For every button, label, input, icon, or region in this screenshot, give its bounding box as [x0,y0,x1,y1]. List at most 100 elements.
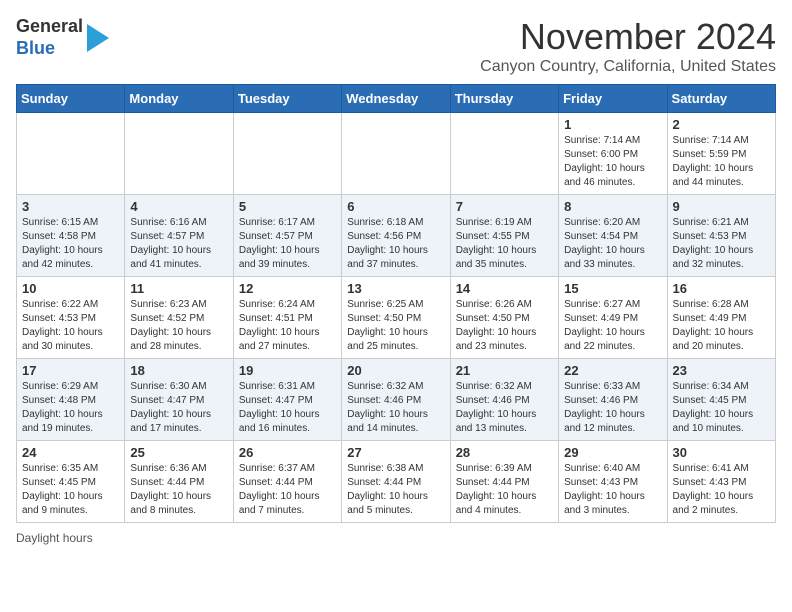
calendar-cell: 3Sunrise: 6:15 AM Sunset: 4:58 PM Daylig… [17,195,125,277]
day-number: 28 [456,445,553,460]
calendar-cell: 22 Sunrise: 6:33 AM Sunset: 4:46 PM Dayli… [559,359,667,441]
calendar-cell: 6Sunrise: 6:18 AM Sunset: 4:56 PM Daylig… [342,195,450,277]
calendar-cell [450,113,558,195]
day-info: Sunrise: 6:27 AM Sunset: 4:49 PM Dayligh… [564,298,661,354]
footer-label: Daylight hours [16,531,776,545]
day-info: Sunrise: 6:41 AM Sunset: 4:43 PM Dayligh… [673,462,770,518]
day-info: Sunrise: 6:31 AM Sunset: 4:47 PM Dayligh… [239,380,336,436]
day-header-sunday: Sunday [17,85,125,113]
day-header-friday: Friday [559,85,667,113]
day-number: 13 [347,281,444,296]
day-number: 26 [239,445,336,460]
calendar-cell: 2 Sunrise: 7:14 AM Sunset: 5:59 PM Daylig… [667,113,775,195]
calendar-cell: 10 Sunrise: 6:22 AM Sunset: 4:53 PM Dayli… [17,277,125,359]
calendar-cell: 29Sunrise: 6:40 AM Sunset: 4:43 PM Dayli… [559,441,667,523]
day-number: 7 [456,199,553,214]
day-info: Sunrise: 6:32 AM Sunset: 4:46 PM Dayligh… [347,380,444,436]
day-number: 8 [564,199,661,214]
day-info: Sunrise: 6:30 AM Sunset: 4:47 PM Dayligh… [130,380,227,436]
calendar-cell: 8 Sunrise: 6:20 AM Sunset: 4:54 PM Daylig… [559,195,667,277]
day-number: 10 [22,281,119,296]
logo: General Blue [16,16,109,59]
calendar-cell [125,113,233,195]
day-number: 15 [564,281,661,296]
calendar-cell: 24Sunrise: 6:35 AM Sunset: 4:45 PM Dayli… [17,441,125,523]
calendar-cell: 23Sunrise: 6:34 AM Sunset: 4:45 PM Dayli… [667,359,775,441]
calendar-cell: 18 Sunrise: 6:30 AM Sunset: 4:47 PM Dayli… [125,359,233,441]
title-block: November 2024 Canyon Country, California… [480,16,776,76]
day-number: 29 [564,445,661,460]
calendar-cell: 14Sunrise: 6:26 AM Sunset: 4:50 PM Dayli… [450,277,558,359]
calendar-cell: 19 Sunrise: 6:31 AM Sunset: 4:47 PM Dayli… [233,359,341,441]
logo-blue: Blue [16,38,83,60]
calendar-cell: 16 Sunrise: 6:28 AM Sunset: 4:49 PM Dayli… [667,277,775,359]
calendar-cell: 20 Sunrise: 6:32 AM Sunset: 4:46 PM Dayli… [342,359,450,441]
logo-general: General [16,16,83,38]
calendar-cell: 9Sunrise: 6:21 AM Sunset: 4:53 PM Daylig… [667,195,775,277]
calendar-cell: 15 Sunrise: 6:27 AM Sunset: 4:49 PM Dayli… [559,277,667,359]
day-header-monday: Monday [125,85,233,113]
day-info: Sunrise: 7:14 AM Sunset: 6:00 PM Dayligh… [564,134,661,190]
day-number: 25 [130,445,227,460]
calendar-cell: 30 Sunrise: 6:41 AM Sunset: 4:43 PM Dayli… [667,441,775,523]
day-number: 21 [456,363,553,378]
day-info: Sunrise: 6:23 AM Sunset: 4:52 PM Dayligh… [130,298,227,354]
day-info: Sunrise: 6:32 AM Sunset: 4:46 PM Dayligh… [456,380,553,436]
day-number: 20 [347,363,444,378]
day-number: 22 [564,363,661,378]
day-header-thursday: Thursday [450,85,558,113]
day-number: 4 [130,199,227,214]
calendar-week-row: 24Sunrise: 6:35 AM Sunset: 4:45 PM Dayli… [17,441,776,523]
calendar-cell: 7 Sunrise: 6:19 AM Sunset: 4:55 PM Daylig… [450,195,558,277]
day-number: 30 [673,445,770,460]
day-info: Sunrise: 6:38 AM Sunset: 4:44 PM Dayligh… [347,462,444,518]
day-number: 17 [22,363,119,378]
calendar-cell: 13Sunrise: 6:25 AM Sunset: 4:50 PM Dayli… [342,277,450,359]
calendar-table: SundayMondayTuesdayWednesdayThursdayFrid… [16,84,776,523]
day-number: 3 [22,199,119,214]
logo-arrow-icon [87,24,109,52]
calendar-cell: 26 Sunrise: 6:37 AM Sunset: 4:44 PM Dayli… [233,441,341,523]
day-info: Sunrise: 6:22 AM Sunset: 4:53 PM Dayligh… [22,298,119,354]
calendar-header-row: SundayMondayTuesdayWednesdayThursdayFrid… [17,85,776,113]
day-info: Sunrise: 7:14 AM Sunset: 5:59 PM Dayligh… [673,134,770,190]
day-info: Sunrise: 6:20 AM Sunset: 4:54 PM Dayligh… [564,216,661,272]
day-header-saturday: Saturday [667,85,775,113]
day-header-wednesday: Wednesday [342,85,450,113]
page-header: General Blue November 2024 Canyon Countr… [16,16,776,76]
day-info: Sunrise: 6:37 AM Sunset: 4:44 PM Dayligh… [239,462,336,518]
day-number: 18 [130,363,227,378]
day-info: Sunrise: 6:18 AM Sunset: 4:56 PM Dayligh… [347,216,444,272]
day-info: Sunrise: 6:34 AM Sunset: 4:45 PM Dayligh… [673,380,770,436]
day-info: Sunrise: 6:17 AM Sunset: 4:57 PM Dayligh… [239,216,336,272]
day-number: 12 [239,281,336,296]
calendar-week-row: 3Sunrise: 6:15 AM Sunset: 4:58 PM Daylig… [17,195,776,277]
calendar-cell: 27 Sunrise: 6:38 AM Sunset: 4:44 PM Dayli… [342,441,450,523]
day-info: Sunrise: 6:19 AM Sunset: 4:55 PM Dayligh… [456,216,553,272]
calendar-cell [17,113,125,195]
day-number: 1 [564,117,661,132]
day-number: 19 [239,363,336,378]
month-title: November 2024 [480,16,776,58]
day-number: 27 [347,445,444,460]
day-number: 14 [456,281,553,296]
calendar-cell: 11 Sunrise: 6:23 AM Sunset: 4:52 PM Dayli… [125,277,233,359]
calendar-cell [233,113,341,195]
calendar-week-row: 17Sunrise: 6:29 AM Sunset: 4:48 PM Dayli… [17,359,776,441]
day-number: 11 [130,281,227,296]
day-number: 16 [673,281,770,296]
calendar-cell: 17Sunrise: 6:29 AM Sunset: 4:48 PM Dayli… [17,359,125,441]
day-info: Sunrise: 6:33 AM Sunset: 4:46 PM Dayligh… [564,380,661,436]
calendar-cell: 28 Sunrise: 6:39 AM Sunset: 4:44 PM Dayli… [450,441,558,523]
day-number: 5 [239,199,336,214]
day-info: Sunrise: 6:16 AM Sunset: 4:57 PM Dayligh… [130,216,227,272]
location-subtitle: Canyon Country, California, United State… [480,58,776,76]
calendar-cell: 1 Sunrise: 7:14 AM Sunset: 6:00 PM Daylig… [559,113,667,195]
calendar-week-row: 1 Sunrise: 7:14 AM Sunset: 6:00 PM Daylig… [17,113,776,195]
day-number: 9 [673,199,770,214]
calendar-cell: 4 Sunrise: 6:16 AM Sunset: 4:57 PM Daylig… [125,195,233,277]
day-number: 2 [673,117,770,132]
day-info: Sunrise: 6:36 AM Sunset: 4:44 PM Dayligh… [130,462,227,518]
day-info: Sunrise: 6:39 AM Sunset: 4:44 PM Dayligh… [456,462,553,518]
day-info: Sunrise: 6:28 AM Sunset: 4:49 PM Dayligh… [673,298,770,354]
